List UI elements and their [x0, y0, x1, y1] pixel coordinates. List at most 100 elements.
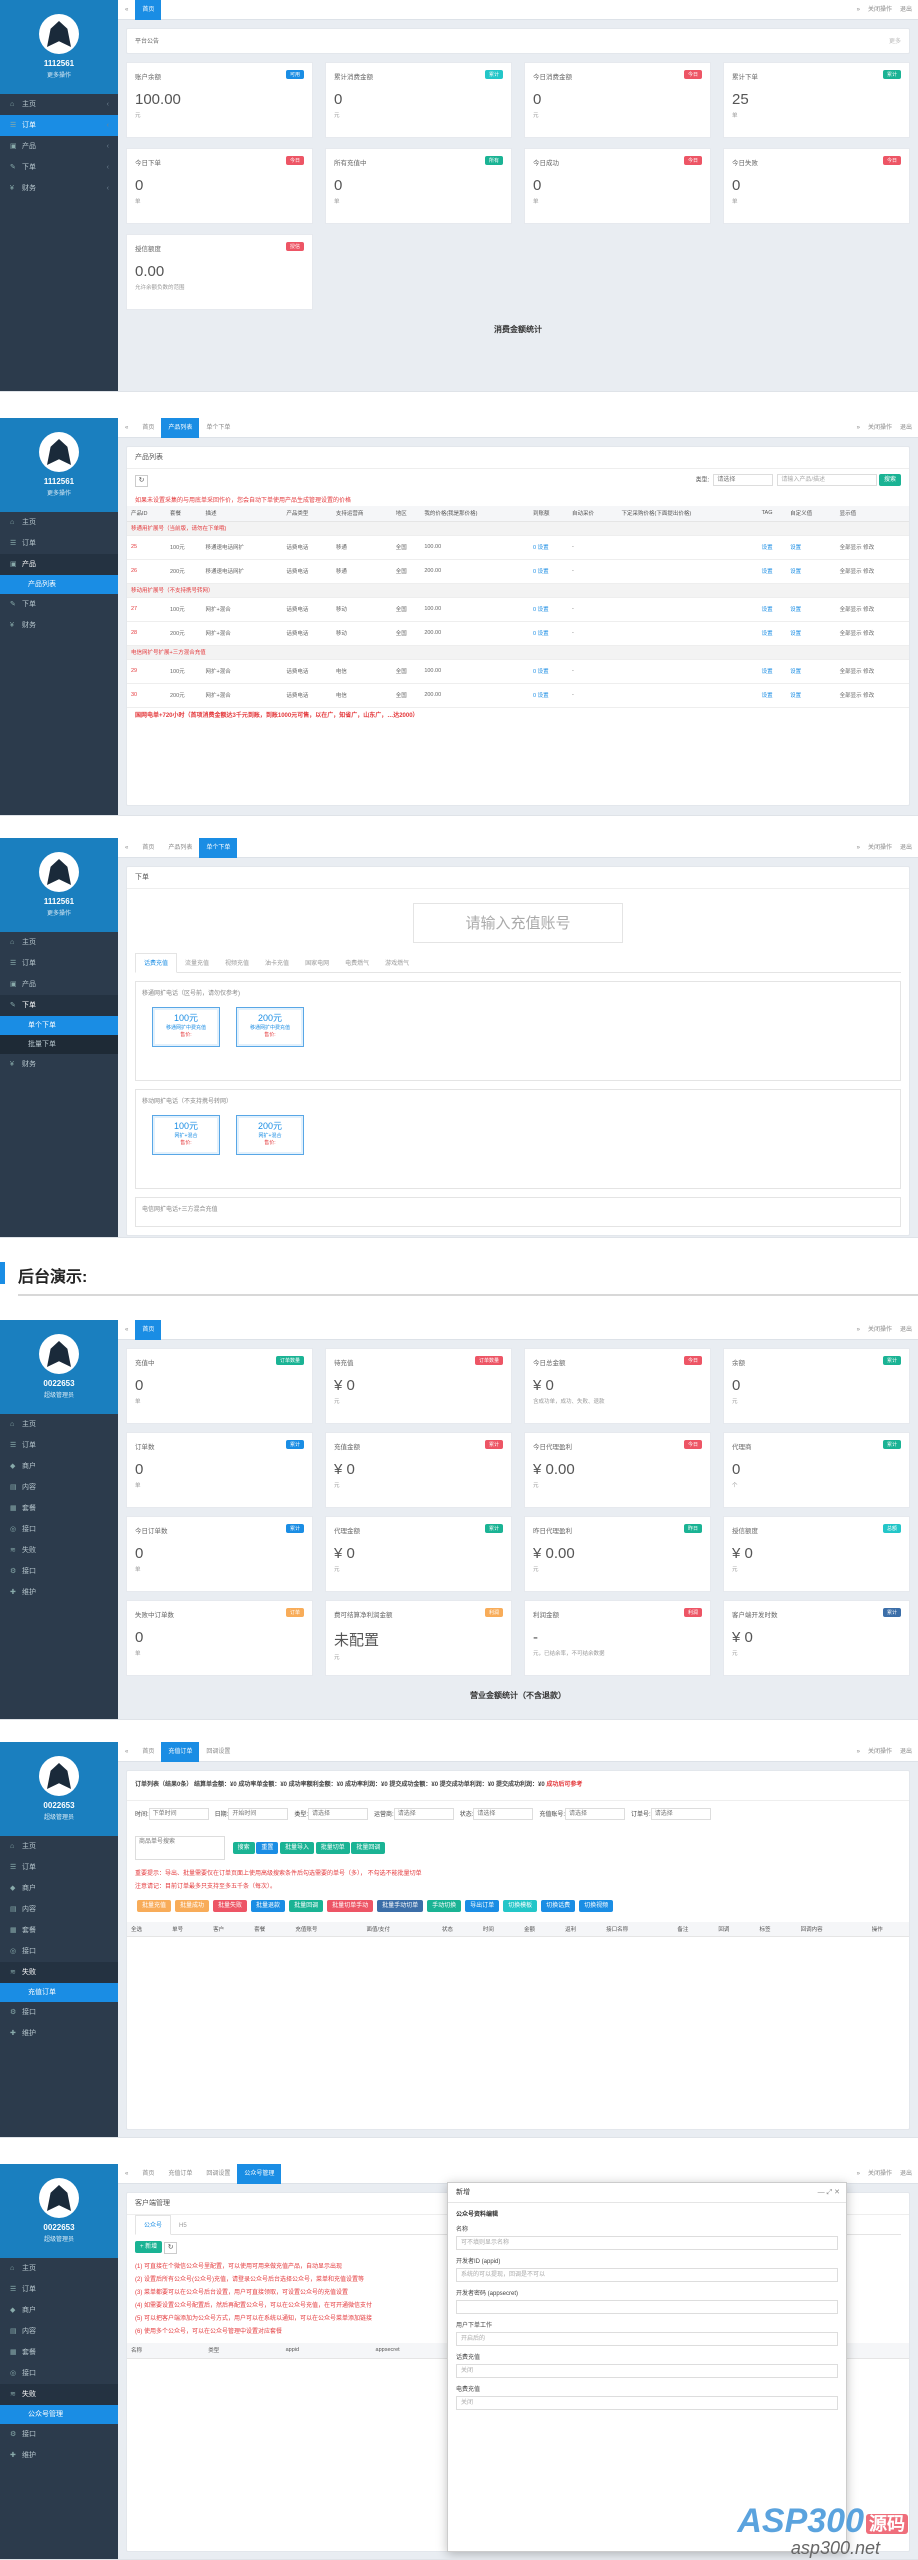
table-cell[interactable]: 设置	[757, 683, 787, 708]
field-input[interactable]: 可不填则显示名称	[456, 2236, 838, 2250]
batch-button[interactable]: 手动切换	[427, 1900, 462, 1912]
product-card[interactable]: 200元 网扩+混合 售价:	[236, 1115, 304, 1155]
nav-item-place-order[interactable]: ✎ 下单 ‹	[0, 157, 118, 178]
table-cell[interactable]: 设置	[757, 621, 787, 646]
batch-button[interactable]: 批量退款	[251, 1900, 286, 1912]
nav-sub-product-list[interactable]: 产品列表	[0, 575, 118, 594]
filter-select[interactable]: 请选择	[308, 1808, 369, 1821]
nav-sub-batch-order[interactable]: 批量下单	[0, 1035, 118, 1054]
nav-item-home[interactable]: ⌂ 主页 ‹	[0, 94, 118, 115]
nav-item[interactable]: ◆ 商户	[0, 2300, 118, 2321]
table-cell[interactable]: 设置	[786, 659, 836, 684]
nav-item-home[interactable]: ⌂ 主页	[0, 512, 118, 533]
nav-item[interactable]: ✚ 维护	[0, 1582, 118, 1603]
filter-select[interactable]: 请选择	[473, 1808, 534, 1821]
tab-home[interactable]: 首页	[135, 0, 162, 20]
table-cell[interactable]: 0 设置	[529, 535, 569, 560]
user-menu[interactable]: 更多操作	[0, 488, 118, 497]
nav-item[interactable]: ▦ 套餐	[0, 2342, 118, 2363]
tab-home[interactable]: 首页	[135, 418, 161, 438]
nav-item[interactable]: ◆ 商户	[0, 1456, 118, 1477]
nav-item[interactable]: ☰ 订单	[0, 2279, 118, 2300]
search-button[interactable]: 搜索	[878, 474, 901, 486]
product-card[interactable]: 200元 移通网扩中费充值 售价:	[236, 1007, 304, 1047]
category-tab[interactable]: 游戏燃气	[377, 954, 417, 974]
field-input[interactable]: 关闭	[456, 2396, 838, 2410]
nav-item-orders[interactable]: ☰ 订单	[0, 533, 118, 554]
account-input[interactable]: 请输入充值账号	[413, 903, 623, 943]
category-tab[interactable]: 油卡充值	[257, 954, 297, 974]
table-cell[interactable]: 0 设置	[529, 659, 569, 684]
nav-item-products[interactable]: ▣ 产品 ‹	[0, 136, 118, 157]
nav-item[interactable]: ✚ 维护	[0, 2023, 118, 2044]
table-cell[interactable]: 设置	[786, 683, 836, 708]
tab-single-order[interactable]: 单个下单	[199, 418, 237, 438]
category-tab[interactable]: 视频充值	[217, 954, 257, 974]
nav-item[interactable]: ☰ 订单	[0, 1435, 118, 1456]
nav-item[interactable]: ◎ 接口	[0, 1519, 118, 1540]
table-cell[interactable]: 全部显示 修改	[835, 559, 909, 584]
tab-product-list[interactable]: 产品列表	[161, 418, 200, 438]
batch-button[interactable]: 切换模板	[503, 1900, 538, 1912]
table-cell[interactable]: 设置	[786, 597, 836, 622]
nav-item[interactable]: ▤ 内容	[0, 1899, 118, 1920]
table-cell[interactable]: 全部显示 修改	[835, 535, 909, 560]
field-input[interactable]: 开启后的	[456, 2332, 838, 2346]
type-select[interactable]: 请选择	[713, 474, 774, 486]
table-cell[interactable]: 0 设置	[529, 683, 569, 708]
nav-item[interactable]: ≋ 失败	[0, 2384, 118, 2405]
nav-item-finance[interactable]: ¥ 财务	[0, 615, 118, 636]
batch-button[interactable]: 批量充值	[137, 1900, 172, 1912]
product-card[interactable]: 100元 移通网扩中费充值 售价:	[152, 1007, 220, 1047]
tab-forward[interactable]: »	[857, 7, 860, 13]
nav-item[interactable]: ⚙ 接口	[0, 2002, 118, 2023]
field-input[interactable]	[456, 2300, 838, 2314]
nav-item[interactable]: ⌂ 主页	[0, 1414, 118, 1435]
search-input[interactable]: 请输入产品/描述	[777, 474, 878, 486]
table-cell[interactable]: 设置	[757, 559, 787, 584]
batch-button[interactable]: 切换话费	[541, 1900, 576, 1912]
logout-link[interactable]: 退出	[900, 7, 912, 13]
close-ops-menu[interactable]: 关闭操作	[868, 7, 892, 13]
nav-item[interactable]: ▦ 套餐	[0, 1920, 118, 1941]
table-cell[interactable]: 设置	[786, 535, 836, 560]
nav-item[interactable]: ◎ 接口	[0, 1941, 118, 1962]
nav-item[interactable]: ▤ 内容	[0, 2321, 118, 2342]
category-tab[interactable]: 国家电网	[297, 954, 337, 974]
nav-item[interactable]: ▦ 套餐	[0, 1498, 118, 1519]
table-cell[interactable]: 设置	[786, 621, 836, 646]
nav-item[interactable]: ≋ 失败	[0, 1540, 118, 1561]
nav-item[interactable]: ⚙ 接口	[0, 2424, 118, 2445]
table-cell[interactable]: 全部显示 修改	[835, 659, 909, 684]
nav-sub-item[interactable]: 公众号管理	[0, 2405, 118, 2424]
nav-sub-single-order[interactable]: 单个下单	[0, 1016, 118, 1035]
filter-select[interactable]: 请选择	[393, 1808, 454, 1821]
batch-button[interactable]: 切换视频	[579, 1900, 614, 1912]
add-button[interactable]: + 新增	[135, 2241, 163, 2253]
nav-item[interactable]: ✚ 维护	[0, 2445, 118, 2466]
nav-item[interactable]: ⚙ 接口	[0, 1561, 118, 1582]
nav-item[interactable]: ◎ 接口	[0, 2363, 118, 2384]
category-tab[interactable]: 电费燃气	[337, 954, 377, 974]
nav-item-orders[interactable]: ☰ 订单 ‹	[0, 115, 118, 136]
filter-select[interactable]: 请选择	[650, 1808, 711, 1821]
nav-sub-item[interactable]: 充值订单	[0, 1983, 118, 2002]
table-cell[interactable]: 设置	[757, 535, 787, 560]
announcement-bar[interactable]: 平台公告 更多	[126, 28, 910, 54]
field-input[interactable]: 系统的可以提现，回调是不可以	[456, 2268, 838, 2282]
nav-item[interactable]: ◆ 商户	[0, 1878, 118, 1899]
tab-back[interactable]: «	[118, 0, 135, 20]
table-cell[interactable]: 全部显示 修改	[835, 597, 909, 622]
nav-item[interactable]: ⌂ 主页	[0, 2258, 118, 2279]
batch-button[interactable]: 批量手动切单	[377, 1900, 424, 1912]
batch-button[interactable]: 批量切单手动	[327, 1900, 374, 1912]
batch-button[interactable]: 导出订单	[465, 1900, 500, 1912]
filter-select[interactable]: 下单时间	[148, 1808, 209, 1821]
close-icon[interactable]: — ⤢ ✕	[818, 2183, 840, 2203]
batch-button[interactable]: 批量回调	[289, 1900, 324, 1912]
field-input[interactable]: 关闭	[456, 2364, 838, 2378]
user-menu[interactable]: 更多操作	[0, 70, 118, 79]
table-cell[interactable]: 设置	[757, 659, 787, 684]
nav-item[interactable]: ☰ 订单	[0, 1857, 118, 1878]
filter-select[interactable]: 请选择	[565, 1808, 626, 1821]
